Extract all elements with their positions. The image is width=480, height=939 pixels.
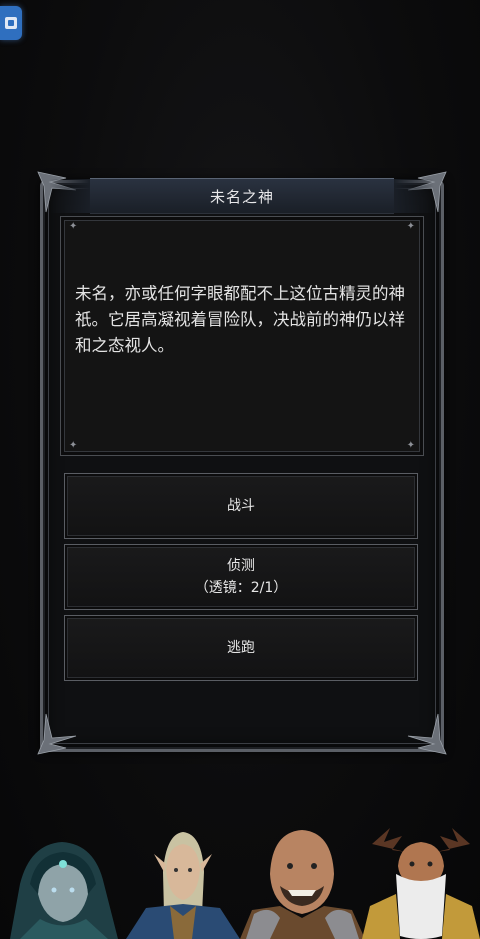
badge-icon (5, 17, 17, 29)
choice-label: 逃跑 (227, 640, 255, 656)
choice-cost: （透镜：2/1） (194, 580, 288, 596)
description-panel: ✦ ✦ ✦ ✦ 未名，亦或任何字眼都配不上这位古精灵的神祇。它居高凝视着冒险队，… (60, 216, 424, 456)
flee-button[interactable]: 逃跑 (64, 615, 418, 681)
sparkle-icon: ✦ (406, 221, 415, 232)
sparkle-icon: ✦ (69, 440, 78, 451)
frame-spike-ornament-icon (37, 713, 77, 755)
portrait-hooded-sorceress[interactable] (0, 824, 130, 939)
event-dialog: 未名之神 ✦ ✦ ✦ ✦ 未名，亦或任何字眼都配不上这位古精灵的神祇。它居高凝视… (37, 168, 447, 755)
choice-label: 战斗 (227, 498, 255, 514)
portrait-antlered-druid[interactable] (362, 824, 480, 939)
dialog-title-bar: 未名之神 (50, 178, 394, 214)
portrait-elf-ranger[interactable] (118, 824, 248, 939)
party-bar (0, 824, 480, 939)
event-description: 未名，亦或任何字眼都配不上这位古精灵的神祇。它居高凝视着冒险队，决战前的神仍以祥… (75, 284, 405, 355)
frame-spike-ornament-icon (407, 713, 447, 755)
portrait-bald-warrior[interactable] (240, 824, 365, 939)
choice-label: 侦测 (227, 558, 255, 574)
game-screen: 未名之神 ✦ ✦ ✦ ✦ 未名，亦或任何字眼都配不上这位古精灵的神祇。它居高凝视… (0, 0, 480, 939)
sparkle-icon: ✦ (406, 440, 415, 451)
fight-button[interactable]: 战斗 (64, 473, 418, 539)
dialog-title: 未名之神 (209, 187, 274, 206)
sparkle-icon: ✦ (69, 221, 78, 232)
detect-button[interactable]: 侦测 （透镜：2/1） (64, 544, 418, 610)
overlay-badge[interactable] (0, 6, 22, 40)
